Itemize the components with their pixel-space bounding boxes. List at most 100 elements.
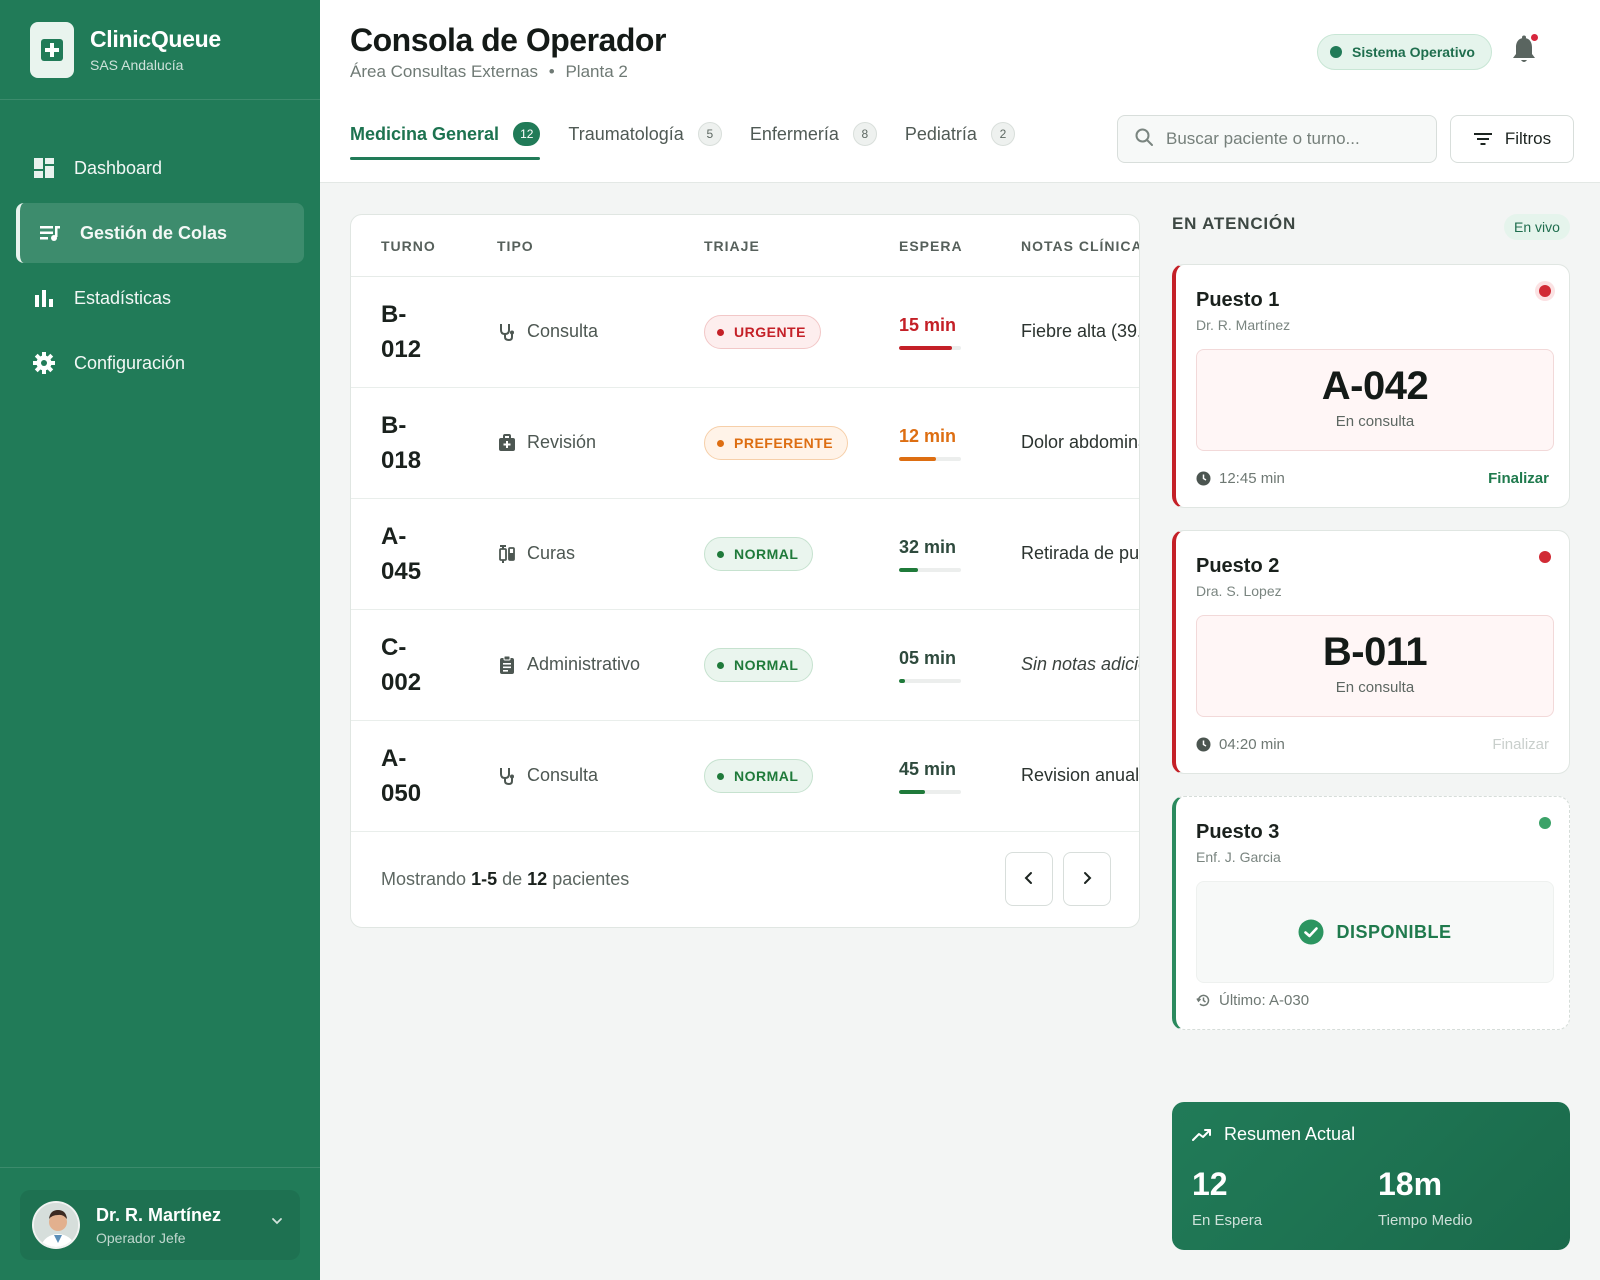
wait-value: 45 min [899,759,957,779]
triage-badge: NORMAL [704,648,814,682]
visit-type-label: Consulta [527,765,599,785]
table-row[interactable]: C-002 Administrativo NORMAL 05 min Sin n… [351,610,1139,721]
station-name: Puesto 3 [1196,821,1280,843]
previous-page-button[interactable] [1005,852,1053,906]
wait-progress [899,457,961,461]
table-header: TURNO TIPO TRIAJE ESPERA NOTAS CLÍNICAS [351,215,1139,277]
summary-title: Resumen Actual [1224,1124,1356,1144]
page-title: Consola de Operador [350,22,666,58]
finish-button[interactable]: Finalizar [1492,736,1549,753]
sidebar-divider [0,1167,320,1168]
queue-table: TURNO TIPO TRIAJE ESPERA NOTAS CLÍNICAS … [350,214,1140,928]
wait-progress [899,790,961,794]
wait-progress-fill [899,568,918,572]
table-row[interactable]: A-050 Consulta NORMAL 45 min Revision an… [351,721,1139,832]
clock-icon [1196,471,1211,486]
wait-value: 32 min [899,537,957,557]
wait-time: 15 min [899,315,961,350]
sidebar-item-queue-management[interactable]: Gestión de Colas [16,203,304,263]
triage-label: URGENTE [734,324,806,340]
visit-type-label: Administrativo [527,654,641,674]
triage-label: PREFERENTE [734,435,834,451]
clinical-notes: Retirada de puntos [1021,543,1140,563]
sidebar-item-label: Configuración [74,352,186,373]
triage-badge: NORMAL [704,759,814,793]
brand-name: ClinicQueue [90,26,221,52]
status-badge: Sistema Operativo [1317,34,1492,70]
clinical-notes: Fiebre alta (39.5°C) [1021,321,1140,341]
stethoscope-icon [497,322,517,342]
waiting-count: 12 [1192,1166,1228,1202]
tab-label: Medicina General [350,123,500,144]
table-row[interactable]: B-018 Revisión PREFERENTE 12 min Dolor a… [351,388,1139,499]
pagination-prefix: Mostrando [381,868,467,889]
column-header-notas: NOTAS CLÍNICAS [1021,237,1140,254]
station-doctor: Dr. R. Martínez [1196,317,1291,333]
wait-progress-fill [899,346,952,350]
ticket-state: En consulta [1335,679,1415,696]
table-row[interactable]: B-012 Consulta URGENTE 15 min Fiebre alt… [351,277,1139,388]
sidebar-item-label: Dashboard [74,157,163,178]
elapsed-time: 12:45 min [1196,470,1285,487]
table-footer: Mostrando 1-5 de 12 pacientes [351,831,1139,927]
pagination-range: 1-5 [471,868,498,889]
status-dot-icon [1330,46,1342,58]
visit-type: Revisión [497,432,596,453]
chevron-right-icon [1080,869,1094,890]
sidebar-item-statistics[interactable]: Estadísticas [16,268,304,328]
attention-title: EN ATENCIÓN [1172,214,1297,233]
live-badge: En vivo [1504,214,1570,240]
tab-pediatria[interactable]: Pediatría 2 [905,110,1015,158]
search-input[interactable] [1166,129,1416,149]
status-label: Sistema Operativo [1352,44,1475,60]
notification-bell-icon[interactable] [1510,34,1538,66]
specialty-tabs: Medicina General 12 Traumatología 5 Enfe… [350,110,1043,160]
triage-badge: NORMAL [704,537,814,571]
visit-type: Administrativo [497,654,640,675]
elapsed-time-value: 12:45 min [1219,470,1285,487]
trending-up-icon [1192,1128,1212,1142]
user-name: Dr. R. Martínez [96,1204,222,1225]
clinical-notes: Sin notas adicionales [1021,654,1139,674]
chevron-down-icon[interactable] [270,1214,284,1233]
tab-label: Enfermería [749,123,839,144]
station-card-1: Puesto 1 Dr. R. Martínez A-042 En consul… [1172,264,1570,508]
visit-type-label: Curas [527,543,576,563]
station-doctor: Enf. J. Garcia [1196,849,1281,865]
tab-label: Traumatología [568,123,684,144]
table-row[interactable]: A-045 Curas NORMAL 32 min Retirada de pu… [351,499,1139,610]
triage-label: NORMAL [734,546,799,562]
filter-icon [1473,131,1493,147]
ticket-number: A-050 [381,745,422,807]
pagination-middle: de [502,868,523,889]
tab-count-badge: 2 [990,122,1015,146]
sidebar-item-dashboard[interactable]: Dashboard [16,138,304,198]
clipboard-icon [497,655,517,675]
wait-time: 05 min [899,648,961,683]
gear-icon [32,351,56,375]
brand: ClinicQueue SAS Andalucía [0,0,320,100]
last-ticket-value: Último: A-030 [1219,992,1310,1009]
user-menu[interactable]: Dr. R. Martínez Operador Jefe [20,1190,300,1260]
next-page-button[interactable] [1063,852,1111,906]
sidebar-nav: Dashboard Gestión de Colas Estadísticas … [0,100,320,393]
vaccine-icon [497,544,517,564]
summary-card: Resumen Actual 12 En Espera 18m Tiempo M… [1172,1102,1570,1250]
tab-medicina-general[interactable]: Medicina General 12 [350,110,541,160]
current-ticket: A-042 [1321,364,1429,408]
busy-status-dot [1539,285,1551,297]
stethoscope-icon [497,766,517,786]
finish-button[interactable]: Finalizar [1488,470,1549,487]
visit-type: Curas [497,543,575,564]
wait-value: 05 min [899,648,957,668]
average-time-label: Tiempo Medio [1378,1212,1473,1229]
filters-button[interactable]: Filtros [1450,115,1574,163]
current-ticket: B-011 [1322,630,1428,674]
tab-traumatologia[interactable]: Traumatología 5 [568,110,722,158]
elapsed-time: 04:20 min [1196,736,1285,753]
current-ticket-box: A-042 En consulta [1196,349,1554,451]
wait-progress [899,346,961,350]
available-label: DISPONIBLE [1298,919,1451,945]
tab-enfermeria[interactable]: Enfermería 8 [750,110,877,158]
sidebar-item-settings[interactable]: Configuración [16,333,304,393]
